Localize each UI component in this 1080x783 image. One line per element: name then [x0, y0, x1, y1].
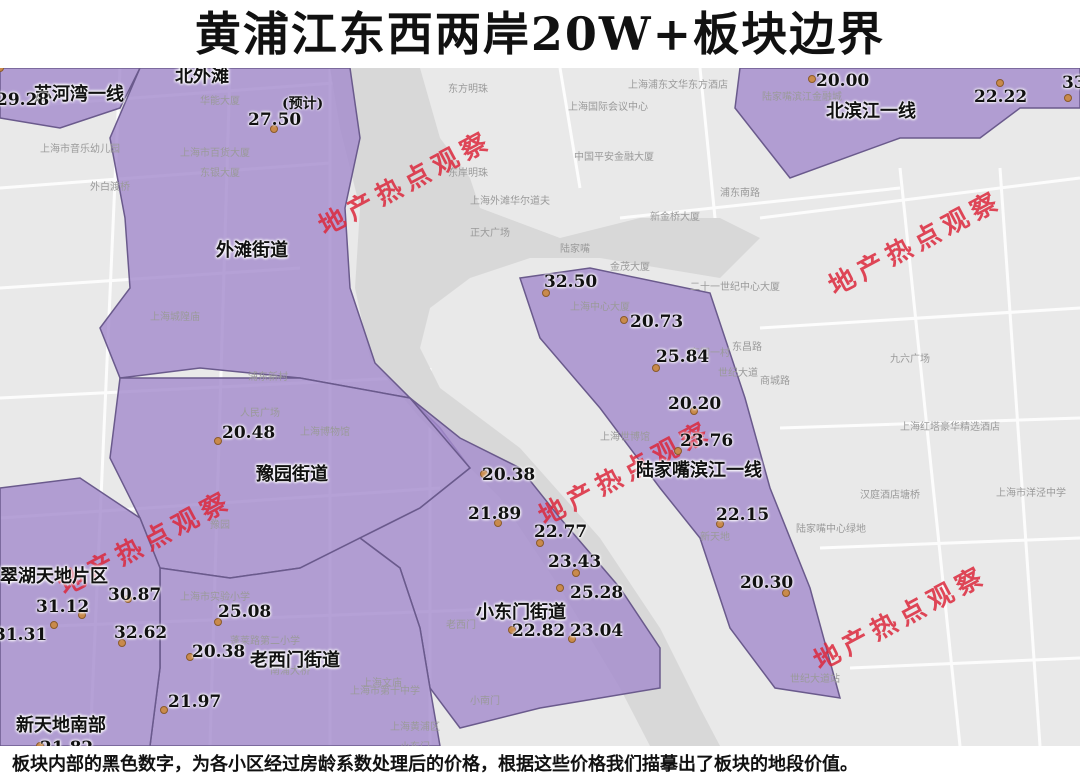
map-poi-label: 上海市音乐幼儿园	[40, 144, 120, 155]
map-svg	[0, 68, 1080, 746]
map-poi-label: 汉庭酒店	[860, 490, 900, 501]
map-poi-label: 外白渡桥	[90, 182, 130, 193]
map-poi-label: 东岸明珠	[448, 168, 488, 179]
map-poi-label: 东银大厦	[200, 168, 240, 179]
map-poi-label: 上海浦东文华东方酒店	[628, 80, 728, 91]
price-marker-dot	[782, 589, 790, 597]
price-marker-dot	[118, 639, 126, 647]
map-poi-label: 上海外滩华尔道夫	[470, 196, 550, 207]
map-poi-label: 老西门	[446, 620, 476, 631]
map-poi-label: 上海中心大厦	[570, 302, 630, 313]
map-poi-label: 九六广场	[890, 354, 930, 365]
price-marker-dot	[1064, 94, 1072, 102]
map-poi-label: 上海市百货大厦	[180, 148, 250, 159]
map-poi-label: 中国平安金融大厦	[574, 152, 654, 163]
map-poi-label: 上海市实验小学	[180, 592, 250, 603]
map-poi-label: 金茂大厦	[610, 262, 650, 273]
map-poi-label: 二十一世纪中心大厦	[690, 282, 780, 293]
price-marker-dot	[214, 618, 222, 626]
map-caption: 板块内部的黑色数字，为各小区经过房龄系数处理后的价格，根据这些价格我们描摹出了板…	[0, 746, 1080, 783]
price-marker-dot	[480, 470, 488, 478]
map-poi-label: 上海黄浦区	[390, 722, 440, 733]
price-marker-dot	[690, 407, 698, 415]
map-title: 黄浦江东西两岸20W+板块边界	[0, 0, 1080, 68]
map-poi-label: 新天地	[700, 532, 730, 543]
map-poi-label: 陆家嘴滨江金融城	[762, 92, 842, 103]
price-marker-dot	[214, 437, 222, 445]
map-poi-label: 小南门	[470, 696, 500, 707]
map-poi-label: 上海文庙	[362, 678, 402, 689]
price-marker-dot	[186, 653, 194, 661]
map-poi-label: 世纪大道站	[790, 674, 840, 685]
map-poi-label: 南浦大桥	[270, 666, 310, 677]
map-poi-label: 人民广场	[240, 408, 280, 419]
map-poi-label: 上海红塔豪华精选酒店	[900, 422, 1000, 433]
map-poi-label: 陆家嘴	[560, 244, 590, 255]
map-poi-label: 陆家嘴中心绿地	[796, 524, 866, 535]
map-poi-label: 上海博物馆	[300, 427, 350, 438]
price-marker-dot	[652, 364, 660, 372]
map-poi-label: 新金桥大厦	[650, 212, 700, 223]
price-marker-dot	[542, 289, 550, 297]
map-poi-label: 上海国际会议中心	[568, 102, 648, 113]
price-marker-dot	[536, 539, 544, 547]
map-poi-label: 上海市洋泾中学	[996, 488, 1066, 499]
map-poi-label: 浦东新村	[248, 372, 288, 383]
map-canvas[interactable]: 上海浦东文华东方酒店华能大厦 东方明珠上海国际会议中心 陆家嘴滨江金融城上海市音乐幼…	[0, 68, 1080, 746]
map-poi-label: 上海世博馆	[600, 432, 650, 443]
map-poi-label: 正大广场	[470, 228, 510, 239]
map-poi-label: 东方明珠	[448, 84, 488, 95]
price-marker-dot	[996, 79, 1004, 87]
region-layer	[0, 68, 1080, 746]
map-poi-label: 蓬莱路第二小学	[230, 636, 300, 647]
price-marker-dot	[494, 519, 502, 527]
price-marker-dot	[124, 595, 132, 603]
price-marker-dot	[50, 621, 58, 629]
map-poi-label: 华能大厦	[200, 96, 240, 107]
price-marker-dot	[808, 75, 816, 83]
price-marker-dot	[572, 569, 580, 577]
region-bei-binjiang	[734, 68, 1080, 179]
price-marker-dot	[78, 611, 86, 619]
map-poi-label: 小东门	[400, 738, 430, 746]
price-marker-dot	[160, 706, 168, 714]
price-marker-dot	[568, 635, 576, 643]
map-poi-label: 世纪大道	[718, 368, 758, 379]
price-marker-dot	[270, 125, 278, 133]
map-poi-label: 上海城隍庙	[150, 312, 200, 323]
price-marker-dot	[508, 626, 516, 634]
price-marker-dot	[620, 316, 628, 324]
price-marker-dot	[674, 447, 682, 455]
price-marker-dot	[716, 520, 724, 528]
map-poi-label: 东昌路	[732, 342, 762, 353]
map-poi-label: 浦东南路	[720, 188, 760, 199]
map-poi-label: 东园一村	[690, 348, 730, 359]
map-poi-label: 塘桥	[900, 490, 920, 501]
map-poi-label: 商城路	[760, 376, 790, 387]
map-poi-label: 豫园	[210, 520, 230, 531]
price-marker-dot	[556, 584, 564, 592]
